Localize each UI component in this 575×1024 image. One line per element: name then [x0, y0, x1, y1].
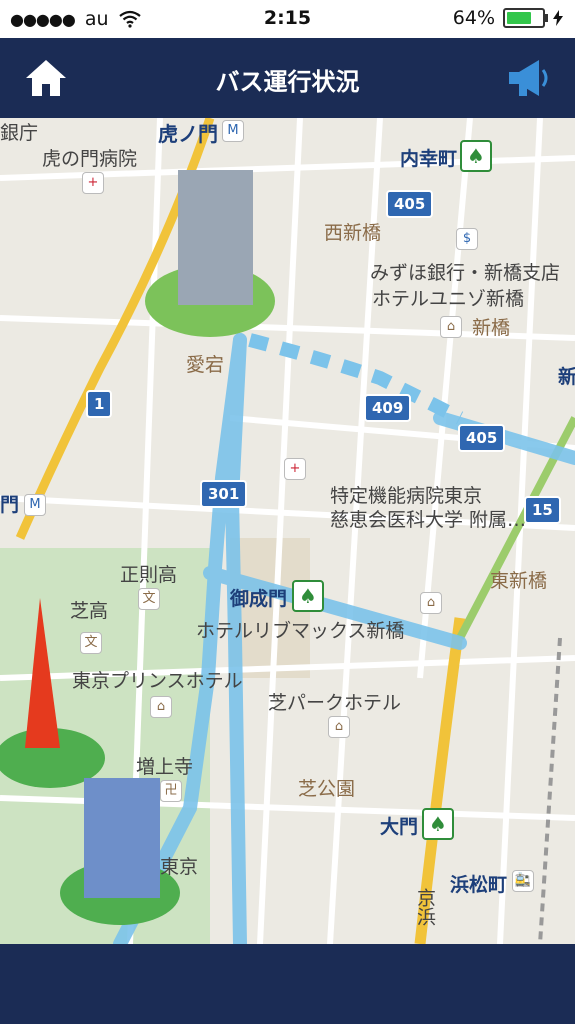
route-shield-405: 405 [458, 424, 506, 452]
hotel-icon: ⌂ [420, 592, 442, 614]
route-shield-409: 409 [364, 394, 412, 422]
station-icon: ♠ [422, 808, 454, 840]
temple-icon: 卍 [160, 780, 182, 802]
map-label-atago: 愛宕 [186, 354, 225, 376]
map-label-hamamatsucho: 浜松町 [450, 874, 508, 896]
hospital-icon: + [284, 458, 306, 480]
station-icon: ♠ [292, 580, 324, 612]
map-label-shiba-koen: 芝公園 [298, 778, 356, 800]
map-label-zojoji: 増上寺 [136, 756, 194, 778]
charging-icon [553, 10, 563, 26]
map-label-tokyo-fragment: 東京 [160, 856, 199, 878]
status-bar: ●●●●● au 2:15 64% [0, 0, 575, 38]
hotel-icon: ⌂ [440, 316, 462, 338]
metro-icon: M [24, 494, 46, 516]
map-view[interactable]: 銀庁 虎ノ門 虎の門病院 内幸町 ♠ 西新橋 みずほ銀行・新橋支店 ホテルユニゾ… [0, 118, 575, 944]
map-label-daimon: 大門 [380, 816, 419, 838]
map-label-higashi-shinbashi: 東新橋 [490, 570, 548, 592]
map-label-shiba-high: 芝高 [70, 600, 109, 622]
station-icon: ♠ [460, 140, 492, 172]
route-shield-405: 405 [386, 190, 434, 218]
map-label-toranomon-hospital: 虎の門病院 [42, 148, 138, 170]
map-label-partial-shin: 新 [558, 366, 575, 388]
hotel-icon: ⌂ [150, 696, 172, 718]
school-icon: 文 [138, 588, 160, 610]
map-label-nishishinbashi: 西新橋 [324, 222, 382, 244]
route-shield-301: 301 [200, 480, 248, 508]
map-label-shinbashi: 新橋 [472, 317, 511, 339]
train-icon: 🚉 [512, 870, 534, 892]
map-label-uchisaiwaicho: 内幸町 [400, 148, 458, 170]
bottom-bar [0, 944, 575, 1024]
map-label-toranomon: 虎ノ門 [158, 122, 218, 146]
app-header: バス運行状況 [0, 38, 575, 118]
battery-icon [503, 8, 548, 28]
map-label-keihin: 京浜 [414, 888, 436, 926]
map-label-partial-ginko: 銀庁 [0, 122, 39, 144]
map-label-hotel-unizo: ホテルユニゾ新橋 [372, 288, 525, 310]
battery-percent: 64% [452, 7, 495, 29]
map-label-onarimon: 御成門 [230, 588, 288, 610]
map-label-tokyo-prince: 東京プリンスホテル [72, 670, 243, 692]
school-icon: 文 [80, 632, 102, 654]
hotel-icon: ⌂ [328, 716, 350, 738]
megaphone-icon[interactable] [505, 56, 553, 100]
map-label-jikei: 特定機能病院東京 慈恵会医科大学 附属… [330, 485, 527, 531]
map-label-seisoku: 正則高 [120, 564, 178, 586]
map-label-mizuho: みずほ銀行・新橋支店 [370, 262, 561, 284]
map-label-partial-mon: 門 [0, 494, 20, 516]
route-shield-1: 1 [86, 390, 113, 418]
bank-icon: $ [456, 228, 478, 250]
page-title: バス運行状況 [215, 68, 360, 96]
map-label-hotel-livemax: ホテルリブマックス新橋 [196, 620, 405, 642]
metro-icon: M [222, 120, 244, 142]
route-shield-15: 15 [524, 496, 561, 524]
hospital-icon: + [82, 172, 104, 194]
map-label-shiba-park-hotel: 芝パークホテル [268, 692, 402, 714]
